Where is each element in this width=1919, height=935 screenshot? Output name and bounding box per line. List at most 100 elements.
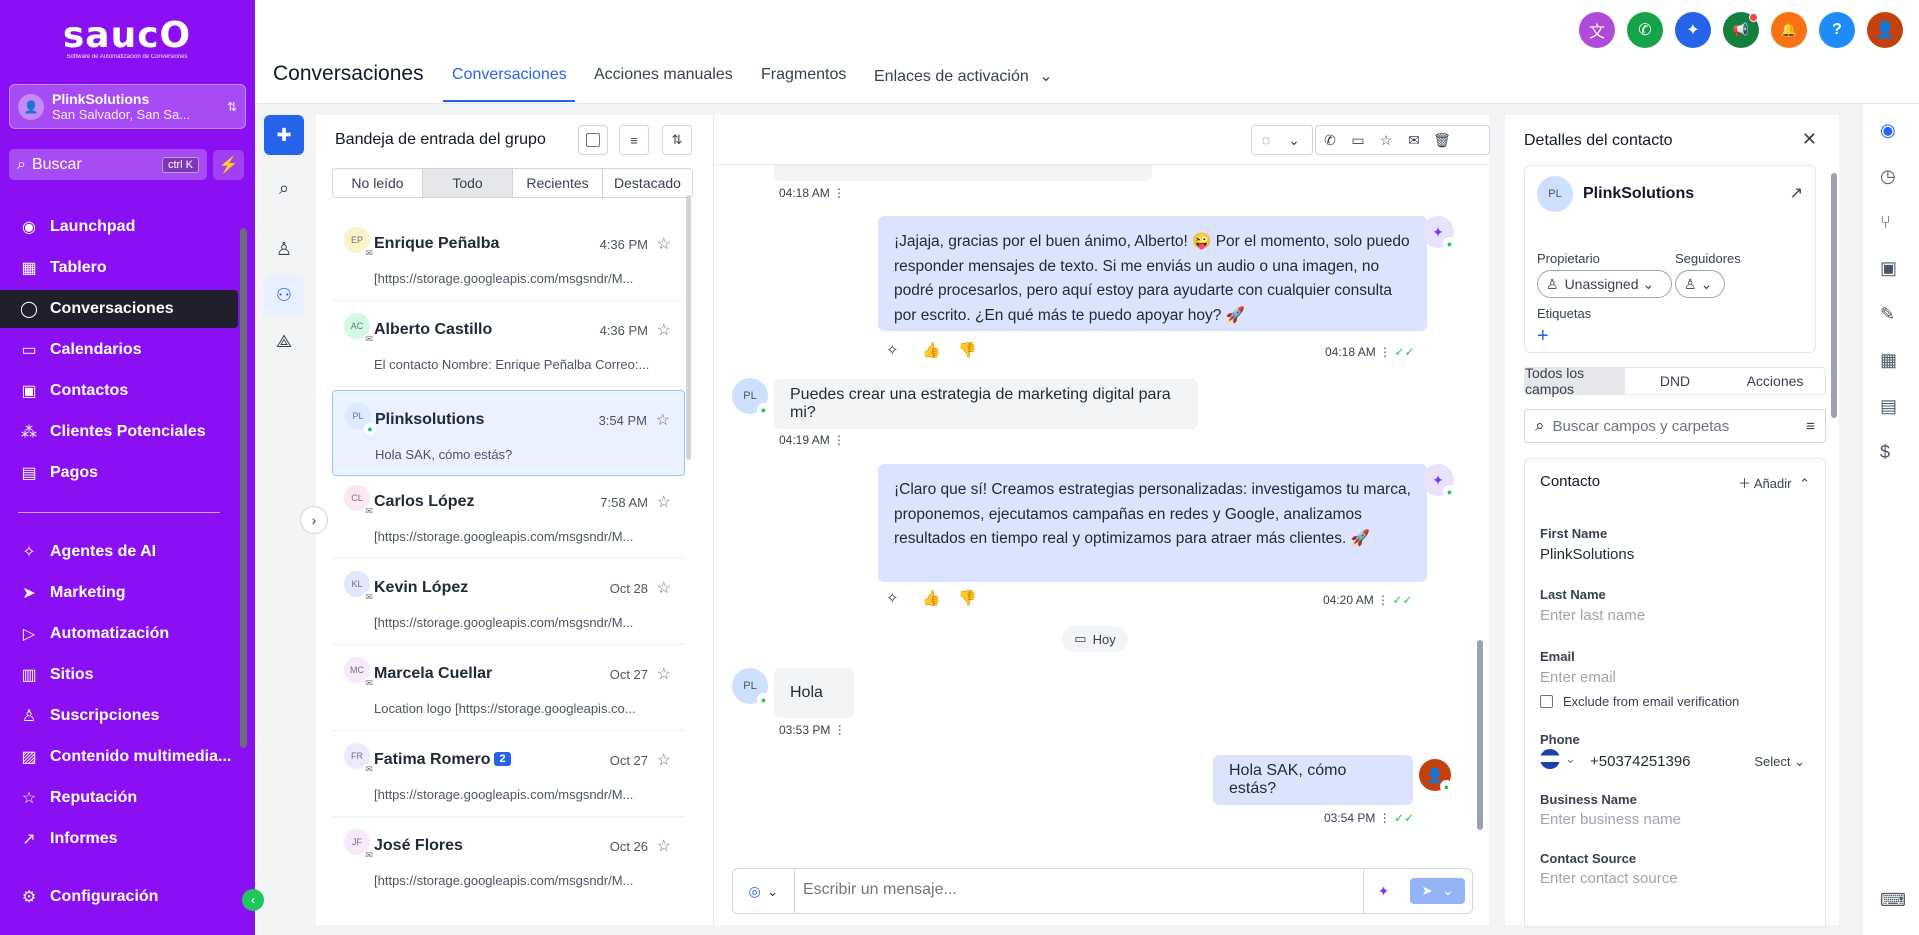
phone-type-select[interactable]: Select ⌄ <box>1754 754 1805 770</box>
sidebar-item-automatizacion[interactable]: ▷ Automatización <box>0 615 238 653</box>
more-icon[interactable]: ⋮ <box>1377 593 1389 607</box>
star-icon[interactable]: ☆ <box>657 836 671 856</box>
sidebar-item-pagos[interactable]: ▤ Pagos <box>0 454 238 492</box>
more-icon[interactable]: ⋮ <box>1379 811 1391 825</box>
filter-destacado[interactable]: Destacado <box>603 169 692 197</box>
tab-acciones[interactable]: Acciones <box>1725 368 1825 394</box>
user-avatar-icon[interactable]: 👤 <box>1867 12 1903 48</box>
external-link-icon[interactable]: ↗ <box>1790 183 1803 203</box>
details-scrollbar[interactable] <box>1830 165 1838 910</box>
tab-enlaces-activacion[interactable]: Enlaces de activación ⌄ <box>874 66 1053 86</box>
megaphone-icon[interactable]: 📢 <box>1723 12 1759 48</box>
dollar-icon[interactable]: $ <box>1880 442 1890 463</box>
filter-todo[interactable]: Todo <box>423 169 513 197</box>
contact-source-field[interactable]: Enter contact source <box>1540 870 1678 887</box>
message-input[interactable] <box>803 881 1363 899</box>
translate-icon[interactable]: 文 <box>1579 12 1615 48</box>
sidebar-item-contenido-multimedia[interactable]: ▨ Contenido multimedia... <box>0 738 238 776</box>
folder-icon[interactable]: ▭ <box>1344 132 1372 149</box>
filter-recientes[interactable]: Recientes <box>513 169 603 197</box>
lightning-icon[interactable]: ⚡ <box>213 150 244 180</box>
star-icon[interactable]: ☆ <box>1372 132 1400 149</box>
sidebar-item-clientes-potenciales[interactable]: ⁂ Clientes Potenciales <box>0 413 238 451</box>
search-conversations-button[interactable]: ⌕ <box>264 168 304 208</box>
phone-field[interactable]: +50374251396 <box>1590 753 1691 770</box>
ai-feedback-icon[interactable]: ✧ <box>886 341 899 359</box>
send-button[interactable]: ➤ ⌄ <box>1410 878 1465 904</box>
scrollbar-thumb[interactable] <box>1477 640 1483 830</box>
integrations-button[interactable]: ⟁ <box>264 321 304 361</box>
tab-acciones-manuales[interactable]: Acciones manuales <box>594 66 733 84</box>
sidebar-item-contactos[interactable]: ▣ Contactos <box>0 372 238 410</box>
sidebar-item-calendarios[interactable]: ▭ Calendarios <box>0 331 238 369</box>
sidebar-item-configuracion[interactable]: ⚙ Configuración <box>0 878 238 916</box>
expand-panel-button[interactable]: › <box>300 506 328 534</box>
more-icon[interactable]: ⋮ <box>834 723 846 737</box>
tab-todos-los-campos[interactable]: Todos los campos <box>1525 365 1625 397</box>
pen-icon[interactable]: ✎ <box>1880 304 1895 325</box>
scrollbar-thumb[interactable] <box>686 195 691 460</box>
more-icon[interactable]: ⋮ <box>1379 345 1391 359</box>
history-icon[interactable]: ◷ <box>1880 166 1896 187</box>
sidebar-item-sitios[interactable]: ▥ Sitios <box>0 656 238 694</box>
business-name-field[interactable]: Enter business name <box>1540 811 1681 828</box>
more-icon[interactable]: ⋮ <box>833 186 845 200</box>
sidebar-item-marketing[interactable]: ➤ Marketing <box>0 574 238 612</box>
add-tag-icon[interactable]: + <box>1537 325 1549 348</box>
owner-select[interactable]: ♙ Unassigned ⌄ <box>1537 270 1672 298</box>
ai-feedback-icon[interactable]: ✧ <box>886 589 899 607</box>
sidebar-item-conversaciones[interactable]: ◯ Conversaciones <box>0 290 238 328</box>
conversation-item-selected[interactable]: PL ● Plinksolutions 3:54 PM ☆ Hola SAK, … <box>332 390 685 476</box>
thumbs-down-icon[interactable]: 👎 <box>958 341 977 359</box>
thumbs-down-icon[interactable]: 👎 <box>958 589 977 607</box>
calendar-icon[interactable]: ▦ <box>1880 350 1897 371</box>
star-icon[interactable]: ☆ <box>657 234 671 254</box>
conversation-item[interactable]: MC ✉ Marcela Cuellar Oct 27 ☆ Location l… <box>332 645 685 731</box>
new-conversation-button[interactable]: ✚ <box>264 115 304 155</box>
tab-fragmentos[interactable]: Fragmentos <box>761 66 846 84</box>
sidebar-item-launchpad[interactable]: ◉ Launchpad <box>0 208 238 246</box>
star-icon[interactable]: ☆ <box>657 750 671 770</box>
keyboard-icon[interactable]: ⌨ <box>1880 890 1906 911</box>
thumbs-up-icon[interactable]: 👍 <box>922 589 941 607</box>
scrollbar-thumb[interactable] <box>1831 173 1837 418</box>
email-field[interactable]: Enter email <box>1540 669 1616 686</box>
chat-scrollbar[interactable] <box>1476 170 1484 860</box>
exclude-verification-checkbox[interactable]: Exclude from email verification <box>1540 694 1739 709</box>
phone-icon[interactable]: ✆ <box>1627 12 1663 48</box>
team-inbox-button[interactable]: ⚇ <box>264 275 304 315</box>
first-name-field[interactable]: PlinkSolutions <box>1540 546 1634 563</box>
conversation-item[interactable]: JF ✉ José Flores Oct 26 ☆ [https://stora… <box>332 817 685 903</box>
last-name-field[interactable]: Enter last name <box>1540 607 1645 624</box>
thumbs-up-icon[interactable]: 👍 <box>922 341 941 359</box>
contact-icon[interactable]: ◉ <box>1880 120 1896 141</box>
tab-dnd[interactable]: DND <box>1625 368 1725 394</box>
tasks-icon[interactable]: ▣ <box>1880 258 1897 279</box>
collapse-sidebar-button[interactable]: ‹ <box>242 889 264 911</box>
flag-icon[interactable] <box>1540 749 1560 769</box>
close-icon[interactable]: ✕ <box>1802 129 1817 150</box>
sidebar-scrollbar[interactable] <box>237 210 251 855</box>
star-icon[interactable]: ☆ <box>657 578 671 598</box>
tab-conversaciones[interactable]: Conversaciones <box>452 66 567 84</box>
workflow-icon[interactable]: ⑂ <box>1880 212 1891 233</box>
scrollbar-thumb[interactable] <box>240 228 247 748</box>
star-icon[interactable]: ☆ <box>656 410 670 430</box>
conversation-item[interactable]: EP ✉ Enrique Peñalba 4:36 PM ☆ [https://… <box>332 215 685 301</box>
channel-selector[interactable]: ◎ ⌄ <box>733 869 795 913</box>
channel-switch-button[interactable]: ◌ ⌄ <box>1251 125 1313 155</box>
conversation-item[interactable]: CL ✉ Carlos López 7:58 AM ☆ [https://sto… <box>332 473 685 559</box>
conversation-item[interactable]: AC ✉ Alberto Castillo 4:36 PM ☆ El conta… <box>332 301 685 387</box>
ai-sparkle-icon[interactable]: ✦ <box>1675 12 1711 48</box>
conversation-item[interactable]: FR ✉ Fatima Romero 2 Oct 27 ☆ [https://st… <box>332 731 685 817</box>
sidebar-item-tablero[interactable]: ▦ Tablero <box>0 249 238 287</box>
sort-button[interactable]: ⇅ <box>662 125 692 155</box>
ai-assist-button[interactable]: ✦ <box>1363 869 1403 913</box>
my-conversations-button[interactable]: ♙ <box>264 229 304 269</box>
document-icon[interactable]: ▤ <box>1880 396 1897 417</box>
star-icon[interactable]: ☆ <box>657 492 671 512</box>
mail-icon[interactable]: ✉ <box>1400 132 1428 149</box>
filter-no-leido[interactable]: No leído <box>333 169 423 197</box>
filter-button[interactable]: ≡ <box>619 125 649 155</box>
help-icon[interactable]: ? <box>1819 12 1855 48</box>
